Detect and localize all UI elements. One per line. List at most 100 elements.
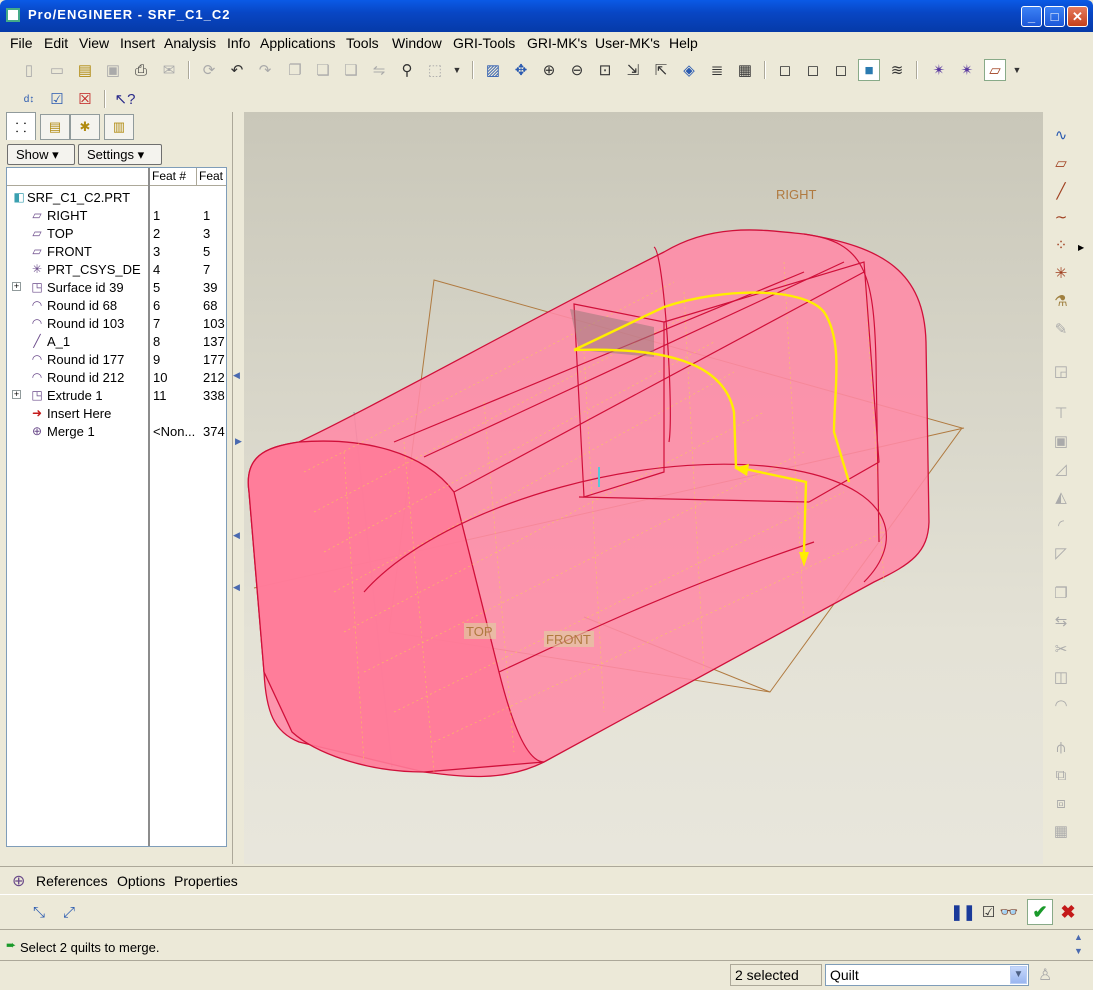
chamfer-tool-icon[interactable]: ◸ [1048, 542, 1074, 566]
favorites-tab[interactable]: ✱ [70, 114, 100, 140]
tree-row[interactable]: ◠ Round id 212 10 212 [7, 368, 226, 386]
menu-view[interactable]: View [79, 35, 109, 51]
join-option-icon[interactable]: ⤡ [28, 901, 50, 923]
model-viewport[interactable]: RIGHT TOP FRONT [244, 112, 1043, 864]
draft-tool-icon[interactable]: ◭ [1048, 486, 1074, 510]
filter-dropdown-arrow-icon[interactable]: ▼ [1010, 966, 1027, 984]
smart-filter-icon[interactable]: ♙ [1038, 965, 1052, 985]
selection-box-icon[interactable]: ⬚ [424, 59, 446, 81]
merge-tool-icon[interactable]: ⫛ [1048, 736, 1074, 760]
expand-icon[interactable]: + [12, 390, 21, 399]
tree-row[interactable]: ◠ Round id 103 7 103 [7, 314, 226, 332]
layers-icon[interactable]: ◈ [678, 59, 700, 81]
selection-filter[interactable]: Quilt ▼ [825, 964, 1029, 986]
side-flip-icon[interactable]: ⤢ [58, 901, 80, 923]
check-icon[interactable]: ☑ [46, 88, 68, 110]
annotation-tool-icon[interactable]: ✎ [1048, 318, 1074, 342]
menu-applications[interactable]: Applications [260, 35, 336, 51]
pattern-tool-icon[interactable]: ▦ [1048, 820, 1074, 844]
view-manager-icon[interactable]: ≣ [706, 59, 728, 81]
enhanced-realism-icon[interactable]: ≋ [886, 59, 908, 81]
round-tool-icon[interactable]: ◜ [1048, 514, 1074, 538]
datum-dropdown-icon[interactable]: ▼ [1006, 59, 1028, 81]
menu-analysis[interactable]: Analysis [164, 35, 216, 51]
menu-gri-tools[interactable]: GRI-Tools [453, 35, 515, 51]
menu-user-mks[interactable]: User-MK's [595, 35, 660, 51]
tree-row[interactable]: ✳ PRT_CSYS_DE 4 7 [7, 260, 226, 278]
menu-tools[interactable]: Tools [346, 35, 379, 51]
new-file-icon[interactable]: ▯ [18, 59, 40, 81]
datum-planes-icon[interactable]: ▱ [984, 59, 1006, 81]
paste-special-icon[interactable]: ❑ [340, 59, 362, 81]
minimize-button[interactable]: _ [1021, 6, 1042, 27]
feat-id-column-header[interactable]: Feat [197, 168, 226, 186]
menu-window[interactable]: Window [392, 35, 442, 51]
apply-icon[interactable]: ✔ [1027, 899, 1053, 925]
csys-tool-icon[interactable]: ✳ [1048, 262, 1074, 286]
hole-tool-icon[interactable]: ⊤ [1048, 402, 1074, 426]
analysis-tool-icon[interactable]: ⚗ [1048, 290, 1074, 314]
menu-insert[interactable]: Insert [120, 35, 155, 51]
cancel-feature-icon[interactable]: ✖ [1057, 901, 1079, 923]
tab-references[interactable]: References [36, 873, 108, 889]
shell-tool-icon[interactable]: ▣ [1048, 430, 1074, 454]
datum-label-right[interactable]: RIGHT [776, 187, 817, 202]
thicken-tool-icon[interactable]: ◠ [1048, 694, 1074, 718]
intersect-tool-icon[interactable]: ⧉ [1048, 764, 1074, 788]
paste-icon[interactable]: ❏ [312, 59, 334, 81]
folder-browser-tab[interactable]: ▤ [40, 114, 70, 140]
tab-properties[interactable]: Properties [174, 873, 238, 889]
tree-row[interactable]: ◠ Round id 177 9 177 [7, 350, 226, 368]
menu-file[interactable]: File [10, 35, 33, 51]
feat-num-column-header[interactable]: Feat # [150, 168, 197, 186]
graphics-window[interactable]: RIGHT TOP FRONT [244, 112, 1043, 864]
datum-point-tool-icon[interactable]: ⁘ [1048, 234, 1074, 258]
datum-plane-tool-icon[interactable]: ▱ [1048, 152, 1074, 176]
repaint-icon[interactable]: ▨ [482, 59, 504, 81]
copy-icon[interactable]: ❐ [284, 59, 306, 81]
search-tool-icon[interactable]: ⚲ [396, 59, 418, 81]
tree-row[interactable]: ▱ TOP 2 3 [7, 224, 226, 242]
datum-label-top[interactable]: TOP [466, 624, 493, 639]
tree-column-header[interactable] [7, 168, 149, 186]
tree-root-part[interactable]: ◧ SRF_C1_C2.PRT [7, 188, 226, 206]
reorient-icon[interactable]: ⇲ [622, 59, 644, 81]
tree-row[interactable]: ▱ RIGHT 1 1 [7, 206, 226, 224]
open-folder-icon[interactable]: ▤ [74, 59, 96, 81]
model-tree-tab[interactable]: ⸬ [6, 112, 36, 140]
print-icon[interactable]: ⎙ [130, 59, 152, 81]
zoom-out-icon[interactable]: ⊖ [566, 59, 588, 81]
datum-axis-tool-icon[interactable]: ╱ [1048, 180, 1074, 204]
menu-gri-mks[interactable]: GRI-MK's [527, 35, 587, 51]
refit-icon[interactable]: ⊡ [594, 59, 616, 81]
save-icon[interactable]: ▣ [102, 59, 124, 81]
pause-icon[interactable]: ❚❚ [950, 901, 975, 923]
spin-center-icon[interactable]: ✥ [510, 59, 532, 81]
sketch-tool-icon[interactable]: ∿ [1048, 124, 1074, 148]
solidify-tool-icon[interactable]: ⧈ [1048, 792, 1074, 816]
regenerate-values-icon[interactable]: d↕ [18, 88, 40, 110]
menu-info[interactable]: Info [227, 35, 250, 51]
tree-row[interactable]: + ◳ Extrude 1 11 338 [7, 386, 226, 404]
zoom-in-icon[interactable]: ⊕ [538, 59, 560, 81]
offset-tool-icon[interactable]: ◫ [1048, 666, 1074, 690]
tree-row[interactable]: ╱ A_1 8 137 [7, 332, 226, 350]
menu-help[interactable]: Help [669, 35, 698, 51]
shading-icon[interactable]: ■ [858, 59, 880, 81]
dropdown-arrow-icon[interactable]: ▼ [446, 59, 468, 81]
message-scroll-down-icon[interactable]: ▼ [1074, 946, 1083, 956]
tree-row[interactable]: + ◳ Surface id 39 5 39 [7, 278, 226, 296]
message-scroll-up-icon[interactable]: ▲ [1074, 932, 1083, 942]
point-flyout-arrow-icon[interactable]: ▶ [1078, 243, 1084, 252]
settings-dropdown[interactable]: Settings ▾ [78, 144, 162, 165]
trim-tool-icon[interactable]: ✂ [1048, 638, 1074, 662]
regenerate-icon[interactable]: ⟳ [198, 59, 220, 81]
model-tree-icon[interactable]: ▦ [734, 59, 756, 81]
context-help-icon[interactable]: ↖? [114, 88, 136, 110]
edit-references-icon[interactable]: ⇋ [368, 59, 390, 81]
datum-curve-tool-icon[interactable]: ∼ [1048, 206, 1074, 230]
tab-options[interactable]: Options [117, 873, 165, 889]
wireframe-icon[interactable]: ◻ [774, 59, 796, 81]
tree-row[interactable]: ⊕ Merge 1 <Non... 374 [7, 422, 226, 440]
redo-icon[interactable]: ↷ [254, 59, 276, 81]
